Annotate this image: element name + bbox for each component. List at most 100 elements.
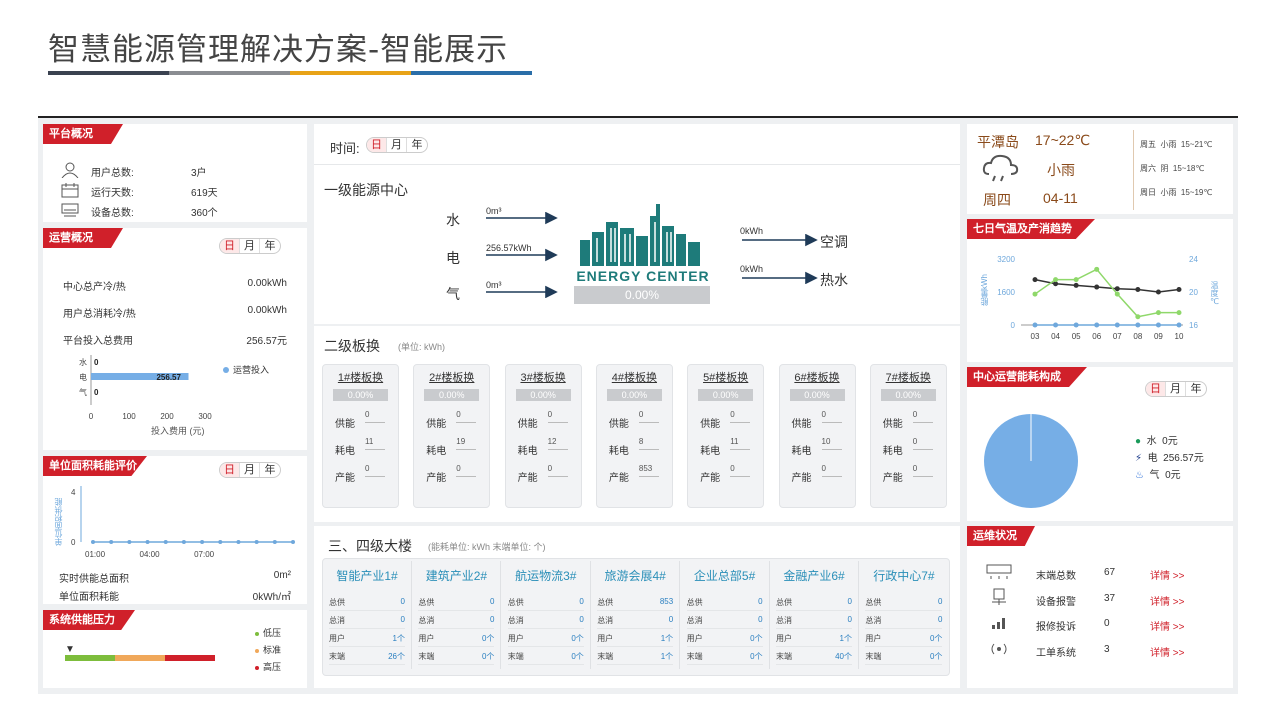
exchanger-name: 3#楼板换 <box>520 372 566 384</box>
cloud-rain-icon <box>981 152 1021 185</box>
building-name[interactable]: 智能产业1# <box>323 567 411 584</box>
building-name[interactable]: 航运物流3# <box>502 567 590 584</box>
exchanger-name: 6#楼板换 <box>794 372 840 384</box>
title-underline <box>48 71 532 75</box>
output-name-ac: 空调 <box>820 234 848 250</box>
data-point <box>272 540 277 544</box>
toggle-month[interactable]: 月 <box>1166 382 1186 396</box>
toggle-month[interactable]: 月 <box>240 463 260 477</box>
exchanger-metric-label: 产能 <box>608 473 629 484</box>
flame-icon: ♨ <box>1135 470 1144 481</box>
ops-detail-link[interactable]: 详情 >> <box>1150 567 1184 582</box>
toggle-day[interactable]: 日 <box>220 239 240 253</box>
ops-detail-link[interactable]: 详情 >> <box>1150 593 1184 608</box>
exchanger-card[interactable]: 2#楼板换 0.00% 供能 0 耗电 19 产能 0 <box>413 364 491 508</box>
exchanger-metric-value: 11 <box>730 437 739 446</box>
x-tick-label: 04:00 <box>140 550 161 559</box>
divider <box>730 422 751 423</box>
divider <box>638 422 659 423</box>
exchanger-card[interactable]: 1#楼板换 0.00% 供能 0 耗电 11 产能 0 <box>322 364 399 508</box>
building-name[interactable]: 旅游会展4# <box>591 567 679 584</box>
exchanger-card[interactable]: 4#楼板换 0.00% 供能 0 耗电 8 产能 853 <box>595 364 673 508</box>
divider <box>821 476 842 477</box>
category-label: 气 <box>79 387 87 397</box>
building-name[interactable]: 金融产业6# <box>770 567 858 584</box>
data-point <box>91 540 95 544</box>
toggle-year[interactable]: 年 <box>1186 382 1206 396</box>
divider <box>1133 130 1134 210</box>
x-tick-label: 05 <box>1072 332 1081 341</box>
input-name-water: 水 <box>446 212 460 228</box>
exchanger-percent: 0.00% <box>698 389 754 401</box>
building-column[interactable]: 智能产业1# 总供 0 总消 0 用户 1个 末端 26个 <box>323 561 412 669</box>
pressure-legend-low: 低压 <box>255 626 281 639</box>
divider <box>597 646 674 647</box>
building-metric-value: 0个 <box>929 634 943 643</box>
y-tick-label: 24 <box>1189 255 1198 264</box>
toggle-year[interactable]: 年 <box>407 138 427 152</box>
panel-tag: 七日气温及产消趋势 <box>967 219 1095 239</box>
toggle-year[interactable]: 年 <box>260 239 280 253</box>
building-column[interactable]: 行政中心7# 总供 0 总消 0 用户 0个 末端 0个 <box>859 561 948 669</box>
page-title: 智慧能源管理解决方案-智能展示 <box>48 32 509 68</box>
trend-ylabel-right: 温度℃ <box>1210 281 1219 306</box>
ops-detail-link[interactable]: 详情 >> <box>1150 644 1184 659</box>
panel-tag: 中心运营能耗构成 <box>967 367 1087 387</box>
divider <box>686 610 763 611</box>
building-name[interactable]: 行政中心7# <box>859 567 948 584</box>
building-column[interactable]: 建筑产业2# 总供 0 总消 0 用户 0个 末端 0个 <box>412 561 502 669</box>
composition-pie-chart <box>984 414 1078 508</box>
ops-label: 末端总数 <box>1036 571 1076 582</box>
building-metric-label: 末端 <box>418 652 435 661</box>
divider <box>686 664 763 665</box>
building-column[interactable]: 航运物流3# 总供 0 总消 0 用户 0个 末端 0个 <box>502 561 591 669</box>
data-point <box>1094 284 1100 290</box>
exchanger-card[interactable]: 3#楼板换 0.00% 供能 0 耗电 12 产能 0 <box>504 364 582 508</box>
exchanger-metric-label: 供能 <box>882 419 903 430</box>
energy-center-panel: 时间: 日 月 年 一级能源中心 水 0m³ 电 256.57kWh 气 0m³… <box>314 124 960 324</box>
pressure-panel: 系统供能压力 ▼ 低压 标准 高压 <box>43 610 307 688</box>
exchanger-metric-label: 产能 <box>882 473 903 484</box>
x-tick-label: 07:00 <box>194 550 215 559</box>
exchanger-metric-label: 供能 <box>700 419 721 430</box>
toggle-day[interactable]: 日 <box>1146 382 1166 396</box>
unit-area-period-toggle: 日 月 年 <box>219 462 281 478</box>
ops-detail-link[interactable]: 详情 >> <box>1150 618 1184 633</box>
toggle-month[interactable]: 月 <box>387 138 407 152</box>
trend-line-chart: 3200 1600 0 24 20 16 03 04 05 06 07 08 09 10 <box>997 255 1198 341</box>
divider <box>507 610 584 611</box>
weather-temp: 17~22℃ <box>1035 132 1091 148</box>
building-metric-value: 0个 <box>481 652 495 661</box>
data-point <box>1176 287 1182 293</box>
building-column[interactable]: 旅游会展4# 总供 853 总消 0 用户 1个 末端 1个 <box>591 561 681 669</box>
building-column[interactable]: 企业总部5# 总供 0 总消 0 用户 0个 末端 0个 <box>681 561 770 669</box>
data-point <box>1135 314 1141 320</box>
exchangers-panel: 二级板换 (单位: kWh) 1#楼板换 0.00% 供能 0 耗电 11 产能 0 2#楼板换… <box>314 326 960 522</box>
exchanger-metric-value: 0 <box>821 464 826 473</box>
building-metric-value: 0个 <box>929 652 943 661</box>
building-column[interactable]: 金融产业6# 总供 0 总消 0 用户 1个 末端 40个 <box>770 561 859 669</box>
data-point <box>200 540 205 544</box>
exchanger-metric-label: 供能 <box>426 419 447 430</box>
data-point <box>1073 322 1079 328</box>
data-point <box>218 540 223 544</box>
exchanger-percent: 0.00% <box>880 389 936 401</box>
toggle-year[interactable]: 年 <box>260 463 280 477</box>
data-point <box>1073 277 1079 283</box>
building-metric-label: 用户 <box>418 634 435 643</box>
building-metric-label: 总供 <box>686 598 703 607</box>
toggle-month[interactable]: 月 <box>240 239 260 253</box>
building-name[interactable]: 企业总部5# <box>681 567 769 584</box>
toggle-day[interactable]: 日 <box>367 138 387 152</box>
forecast-row: 周日 小雨 15~19℃ <box>1140 188 1213 197</box>
exchanger-metric-value: 853 <box>638 464 653 473</box>
building-metric-value: 853 <box>659 597 674 606</box>
exchanger-card[interactable]: 6#楼板换 0.00% 供能 0 耗电 10 产能 0 <box>778 364 856 508</box>
exchanger-card[interactable]: 5#楼板换 0.00% 供能 0 耗电 11 产能 0 <box>687 364 765 508</box>
exchanger-card[interactable]: 7#楼板换 0.00% 供能 0 耗电 0 产能 0 <box>869 364 947 508</box>
exchanger-metric-label: 耗电 <box>517 446 538 457</box>
exchanger-metric-value: 0 <box>547 464 553 473</box>
divider <box>730 476 751 477</box>
building-name[interactable]: 建筑产业2# <box>412 567 500 584</box>
toggle-day[interactable]: 日 <box>220 463 240 477</box>
